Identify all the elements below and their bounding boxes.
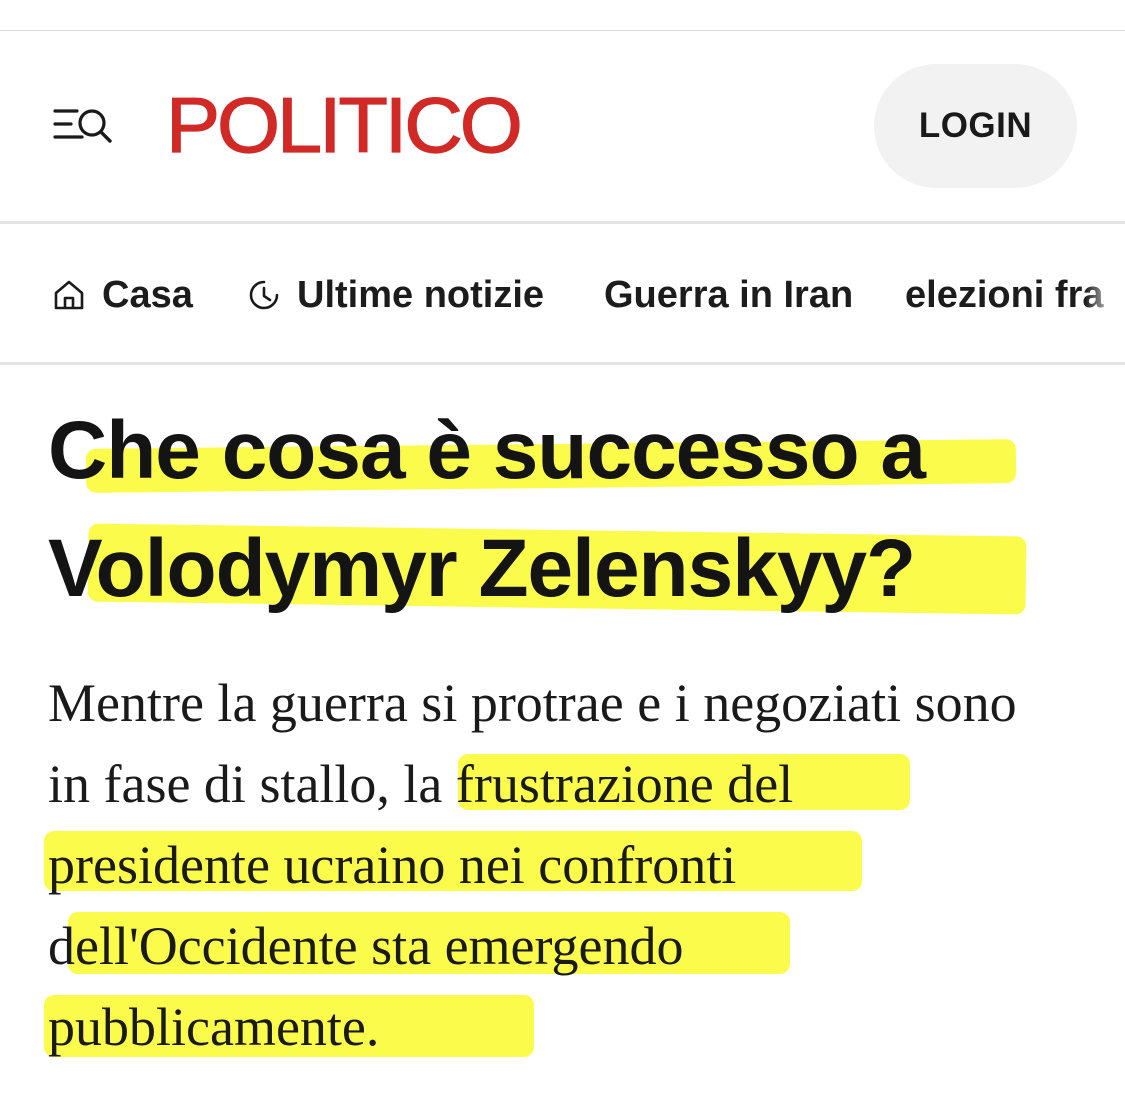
- clock-icon: [247, 278, 281, 312]
- site-header: POLITICO LOGIN: [0, 31, 1125, 221]
- dek-line: dell'Occidente sta emergendo: [48, 906, 1108, 987]
- article-dek: Mentre la guerra si protrae e i negoziat…: [44, 663, 1108, 1068]
- home-icon: [52, 278, 86, 312]
- nav-item-elezioni[interactable]: elezioni fra: [905, 272, 1104, 318]
- headline-line: Che cosa è successo a: [48, 392, 1108, 510]
- dek-line: pubblicamente.: [44, 987, 1108, 1068]
- login-button[interactable]: LOGIN: [874, 64, 1077, 188]
- menu-search-icon[interactable]: [52, 103, 116, 151]
- nav-item-label: Guerra in Iran: [604, 273, 854, 316]
- headline-line: Volodymyr Zelenskyy?: [48, 510, 1108, 628]
- dek-line: Mentre la guerra si protrae e i negoziat…: [48, 673, 1017, 733]
- nav-item-label: Ultime notizie: [297, 273, 545, 316]
- nav-item-label: Casa: [102, 273, 193, 316]
- dek-line: in fase di stallo, la frustrazione del: [48, 744, 1108, 825]
- article-headline: Che cosa è successo a Volodymyr Zelensky…: [48, 392, 1108, 628]
- nav-item-casa[interactable]: Casa: [52, 272, 193, 318]
- section-nav: Casa Ultime notizie Guerra in Iran elezi…: [0, 224, 1125, 362]
- politico-logo[interactable]: POLITICO: [165, 82, 523, 167]
- nav-item-guerra-in-iran[interactable]: Guerra in Iran: [604, 272, 853, 318]
- nav-item-ultime-notizie[interactable]: Ultime notizie: [247, 272, 544, 318]
- nav-item-label: elezioni fra: [905, 273, 1104, 316]
- nav-divider: [0, 362, 1125, 365]
- dek-line: presidente ucraino nei confronti: [44, 825, 1108, 906]
